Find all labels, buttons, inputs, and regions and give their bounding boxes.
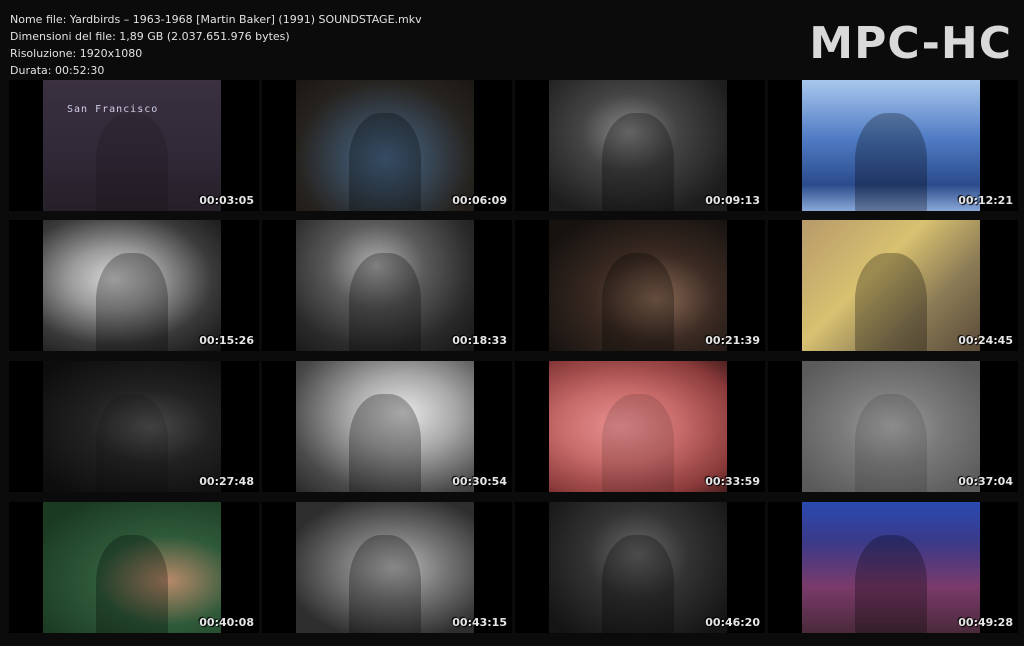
file-info: Nome file: Yardbirds – 1963-1968 [Martin… xyxy=(10,11,422,79)
timestamp-label: 00:30:54 xyxy=(452,475,507,488)
thumbnail-frame-image xyxy=(296,220,474,351)
timestamp-label: 00:46:20 xyxy=(705,616,760,629)
thumbnail-frame-image: San Francisco xyxy=(43,80,221,211)
thumbnail-frame-image xyxy=(802,361,980,492)
thumbnail[interactable]: 00:21:39 xyxy=(515,220,765,351)
timestamp-label: 00:03:05 xyxy=(199,194,254,207)
thumbnail[interactable]: 00:15:26 xyxy=(9,220,259,351)
timestamp-label: 00:43:15 xyxy=(452,616,507,629)
frame-figure xyxy=(855,252,927,351)
timestamp-label: 00:49:28 xyxy=(958,616,1013,629)
frame-figure xyxy=(349,534,421,633)
thumbnail[interactable]: 00:43:15 xyxy=(262,502,512,633)
thumbnail-frame-image xyxy=(43,502,221,633)
thumbnail[interactable]: 00:40:08 xyxy=(9,502,259,633)
thumbnail-frame-image xyxy=(296,80,474,211)
timestamp-label: 00:15:26 xyxy=(199,334,254,347)
frame-figure xyxy=(602,112,674,211)
frame-figure xyxy=(349,393,421,492)
thumbnail[interactable]: 00:24:45 xyxy=(768,220,1018,351)
thumbnail[interactable]: 00:06:09 xyxy=(262,80,512,211)
thumbnail-frame-image xyxy=(802,502,980,633)
thumbnail-frame-image xyxy=(549,220,727,351)
thumbnail[interactable]: 00:33:59 xyxy=(515,361,765,492)
thumbnail-frame-image xyxy=(802,80,980,211)
thumbnail-frame-image xyxy=(43,220,221,351)
thumbnail-frame-image xyxy=(802,220,980,351)
file-duration: Durata: 00:52:30 xyxy=(10,64,105,77)
thumbnail-frame-image xyxy=(43,361,221,492)
thumbnail[interactable]: San Francisco 00:03:05 xyxy=(9,80,259,211)
thumbnail-frame-image xyxy=(549,361,727,492)
frame-figure xyxy=(855,393,927,492)
timestamp-label: 00:24:45 xyxy=(958,334,1013,347)
thumbnail[interactable]: 00:27:48 xyxy=(9,361,259,492)
frame-figure xyxy=(96,534,168,633)
file-size: Dimensioni del file: 1,89 GB (2.037.651.… xyxy=(10,30,290,43)
thumbnail[interactable]: 00:12:21 xyxy=(768,80,1018,211)
thumbnail[interactable]: 00:18:33 xyxy=(262,220,512,351)
timestamp-label: 00:33:59 xyxy=(705,475,760,488)
frame-figure xyxy=(349,112,421,211)
frame-figure xyxy=(602,393,674,492)
frame-figure xyxy=(855,112,927,211)
thumbnail[interactable]: 00:09:13 xyxy=(515,80,765,211)
frame-figure xyxy=(96,393,168,492)
thumbnail-frame-image xyxy=(549,80,727,211)
thumbnail[interactable]: 00:30:54 xyxy=(262,361,512,492)
frame-figure xyxy=(602,534,674,633)
timestamp-label: 00:06:09 xyxy=(452,194,507,207)
timestamp-label: 00:21:39 xyxy=(705,334,760,347)
frame-figure xyxy=(96,252,168,351)
mpc-hc-logo: MPC-HC xyxy=(809,18,1012,69)
timestamp-label: 00:37:04 xyxy=(958,475,1013,488)
file-resolution: Risoluzione: 1920x1080 xyxy=(10,47,143,60)
frame-figure xyxy=(602,252,674,351)
thumbnail[interactable]: 00:37:04 xyxy=(768,361,1018,492)
timestamp-label: 00:12:21 xyxy=(958,194,1013,207)
frame-figure xyxy=(349,252,421,351)
timestamp-label: 00:27:48 xyxy=(199,475,254,488)
thumbnail[interactable]: 00:49:28 xyxy=(768,502,1018,633)
thumbnail-frame-image xyxy=(296,502,474,633)
frame-figure xyxy=(96,112,168,211)
thumbnail-frame-image xyxy=(296,361,474,492)
timestamp-label: 00:18:33 xyxy=(452,334,507,347)
thumbnail[interactable]: 00:46:20 xyxy=(515,502,765,633)
frame-figure xyxy=(855,534,927,633)
thumbnail-frame-image xyxy=(549,502,727,633)
timestamp-label: 00:40:08 xyxy=(199,616,254,629)
file-name: Nome file: Yardbirds – 1963-1968 [Martin… xyxy=(10,13,422,26)
frame-caption: San Francisco xyxy=(67,104,159,115)
timestamp-label: 00:09:13 xyxy=(705,194,760,207)
